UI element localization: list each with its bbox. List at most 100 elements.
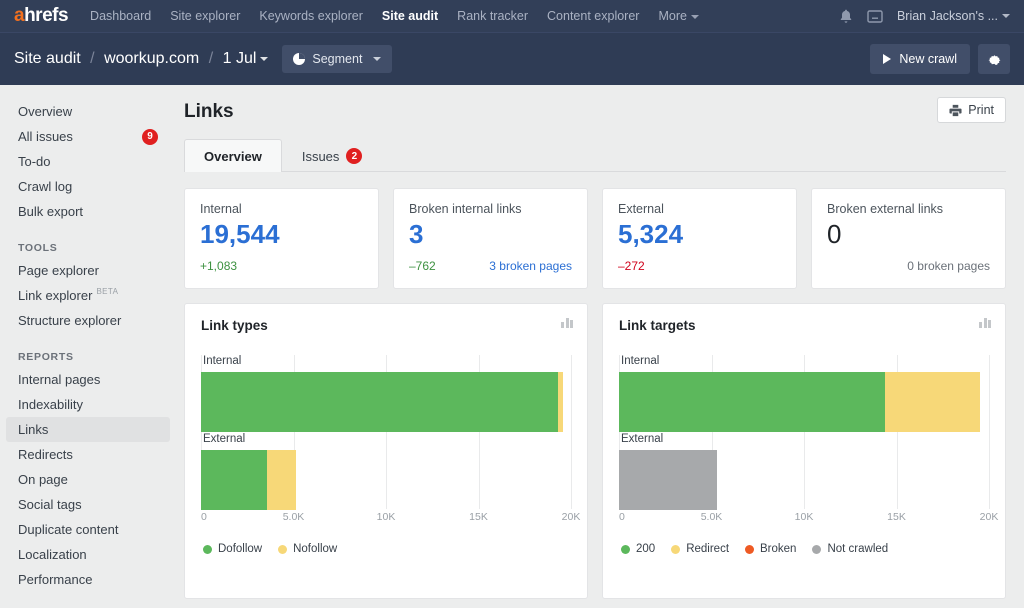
bar-chart-icon[interactable] (979, 318, 991, 328)
chart-bar-segment[interactable] (558, 372, 563, 432)
breadcrumb: Site audit / woorkup.com / 1 Jul (14, 50, 269, 68)
legend-label: 200 (636, 543, 656, 555)
stat-card-label: Broken external links (827, 202, 944, 216)
legend-label: Redirect (686, 543, 730, 555)
breadcrumb-root[interactable]: Site audit (14, 50, 81, 67)
chart-panel-row: Link types Internal External 0 5.0K 10K 15K 20… (184, 303, 1006, 599)
chart-bar[interactable] (619, 450, 989, 510)
chart-bar-segment[interactable] (885, 372, 980, 432)
sidebar-item-label: Bulk export (18, 204, 84, 219)
legend-label: Broken (760, 543, 797, 555)
chart-bar-segment[interactable] (619, 372, 886, 432)
chart-legend: Dofollow Nofollow (201, 543, 571, 555)
chart-bar-segment[interactable] (201, 450, 267, 510)
axis-tick-label: 10K (794, 511, 814, 523)
sub-header-actions: New crawl (870, 44, 1010, 74)
chart-bar-segment[interactable] (201, 372, 559, 432)
top-nav-right: Brian Jackson's ... (839, 0, 1010, 32)
stat-card-broken-external-links: Broken external links 0 0 broken pages (811, 188, 1006, 289)
panel-title: Link types (201, 318, 268, 333)
chart-bar[interactable] (619, 372, 989, 432)
legend-item[interactable]: Redirect (671, 543, 729, 555)
sidebar-item-performance[interactable]: Performance (6, 567, 170, 592)
sidebar-item-social-tags[interactable]: Social tags (6, 492, 170, 517)
sidebar-item-to-do[interactable]: To-do (6, 149, 170, 174)
user-menu[interactable]: Brian Jackson's ... (897, 9, 1010, 23)
nav-rank-tracker[interactable]: Rank tracker (457, 9, 528, 23)
chart-bar[interactable] (201, 372, 571, 432)
sidebar-item-crawl-log[interactable]: Crawl log (6, 174, 170, 199)
nav-more[interactable]: More (658, 9, 699, 23)
chart-bar-segment[interactable] (619, 450, 718, 510)
sidebar-item-links[interactable]: Links (6, 417, 170, 442)
legend-item[interactable]: Dofollow (203, 543, 262, 555)
legend-item[interactable]: Broken (745, 543, 796, 555)
sidebar-item-duplicate-content[interactable]: Duplicate content (6, 517, 170, 542)
ahrefs-logo[interactable]: ahrefs (14, 5, 69, 27)
breadcrumb-project[interactable]: woorkup.com (104, 50, 199, 67)
stat-card-footer: 0 broken pages (827, 259, 990, 273)
tab-overview[interactable]: Overview (184, 139, 282, 172)
nav-dashboard[interactable]: Dashboard (90, 9, 151, 23)
broken-pages-link[interactable]: 3 broken pages (489, 259, 572, 273)
sidebar-item-label: Indexability (18, 397, 84, 412)
status-badge: 9 (142, 128, 158, 145)
top-navigation-bar: ahrefs Dashboard Site explorer Keywords … (0, 0, 1024, 32)
pie-chart-icon (293, 53, 306, 65)
legend-item[interactable]: Not crawled (812, 543, 888, 555)
axis-tick-label: 20K (979, 511, 999, 523)
chart-bar-segment[interactable] (266, 450, 296, 510)
panel-title: Link targets (619, 318, 696, 333)
sidebar-item-label: Overview (18, 104, 73, 119)
sidebar-item-label: All issues (18, 129, 73, 144)
main-nav-links: Dashboard Site explorer Keywords explore… (90, 9, 699, 23)
chevron-down-icon (1002, 14, 1010, 18)
legend-color-dot (278, 544, 288, 554)
sidebar-item-indexability[interactable]: Indexability (6, 392, 170, 417)
chevron-down-icon (373, 57, 382, 61)
breadcrumb-separator: / (90, 50, 95, 67)
settings-button[interactable] (978, 44, 1010, 74)
sidebar-item-label: On page (18, 472, 68, 487)
sidebar-item-label: To-do (18, 154, 51, 169)
print-button[interactable]: Print (937, 97, 1006, 123)
axis-tick-label: 10K (376, 511, 396, 523)
legend-item[interactable]: 200 (621, 543, 655, 555)
nav-content-explorer[interactable]: Content explorer (547, 9, 639, 23)
sidebar-item-bulk-export[interactable]: Bulk export (6, 199, 170, 224)
delta-value: +1,083 (200, 258, 238, 273)
stat-card-internal: Internal 19,544 +1,083 (184, 188, 379, 289)
sidebar-item-all-issues[interactable]: All issues 9 (6, 124, 170, 149)
chart-plot-area: Internal External 0 5.0K 10K 15K 20K (619, 355, 998, 531)
legend-label: Dofollow (218, 543, 263, 555)
sidebar-item-localization[interactable]: Localization (6, 542, 170, 567)
sidebar-item-internal-pages[interactable]: Internal pages (6, 367, 170, 392)
sidebar-item-label: Social tags (18, 497, 82, 512)
sidebar-item-on-page[interactable]: On page (6, 467, 170, 492)
new-crawl-button[interactable]: New crawl (870, 44, 970, 74)
sidebar-item-structure-explorer[interactable]: Structure explorer (6, 308, 170, 333)
bell-icon[interactable] (839, 9, 853, 24)
segment-button[interactable]: Segment (282, 45, 393, 73)
sidebar-item-label: Link explorer (18, 288, 93, 303)
nav-site-audit[interactable]: Site audit (382, 9, 438, 23)
sidebar-item-link-explorer[interactable]: Link explorer BETA (6, 283, 170, 308)
segment-label: Segment (312, 52, 363, 66)
new-crawl-label: New crawl (899, 52, 957, 66)
nav-site-explorer[interactable]: Site explorer (170, 9, 240, 23)
chart-bar[interactable] (201, 450, 571, 510)
sidebar-item-overview[interactable]: Overview (6, 99, 170, 124)
nav-keywords-explorer[interactable]: Keywords explorer (259, 9, 363, 23)
tab-issues[interactable]: Issues 2 (282, 139, 383, 172)
panel-link-targets: Link targets Internal External 0 5.0K 10K 15K… (602, 303, 1006, 599)
printer-icon (949, 104, 962, 116)
sidebar-section-reports: REPORTS (18, 351, 74, 363)
breadcrumb-date-selector[interactable]: 1 Jul (223, 50, 269, 67)
legend-item[interactable]: Nofollow (278, 543, 337, 555)
sidebar-item-page-explorer[interactable]: Page explorer (6, 258, 170, 283)
inbox-icon[interactable] (867, 9, 883, 24)
bar-chart-icon[interactable] (561, 318, 573, 328)
stat-card-value: 3 (409, 219, 424, 249)
sidebar-item-redirects[interactable]: Redirects (6, 442, 170, 467)
legend-color-dot (203, 544, 212, 554)
